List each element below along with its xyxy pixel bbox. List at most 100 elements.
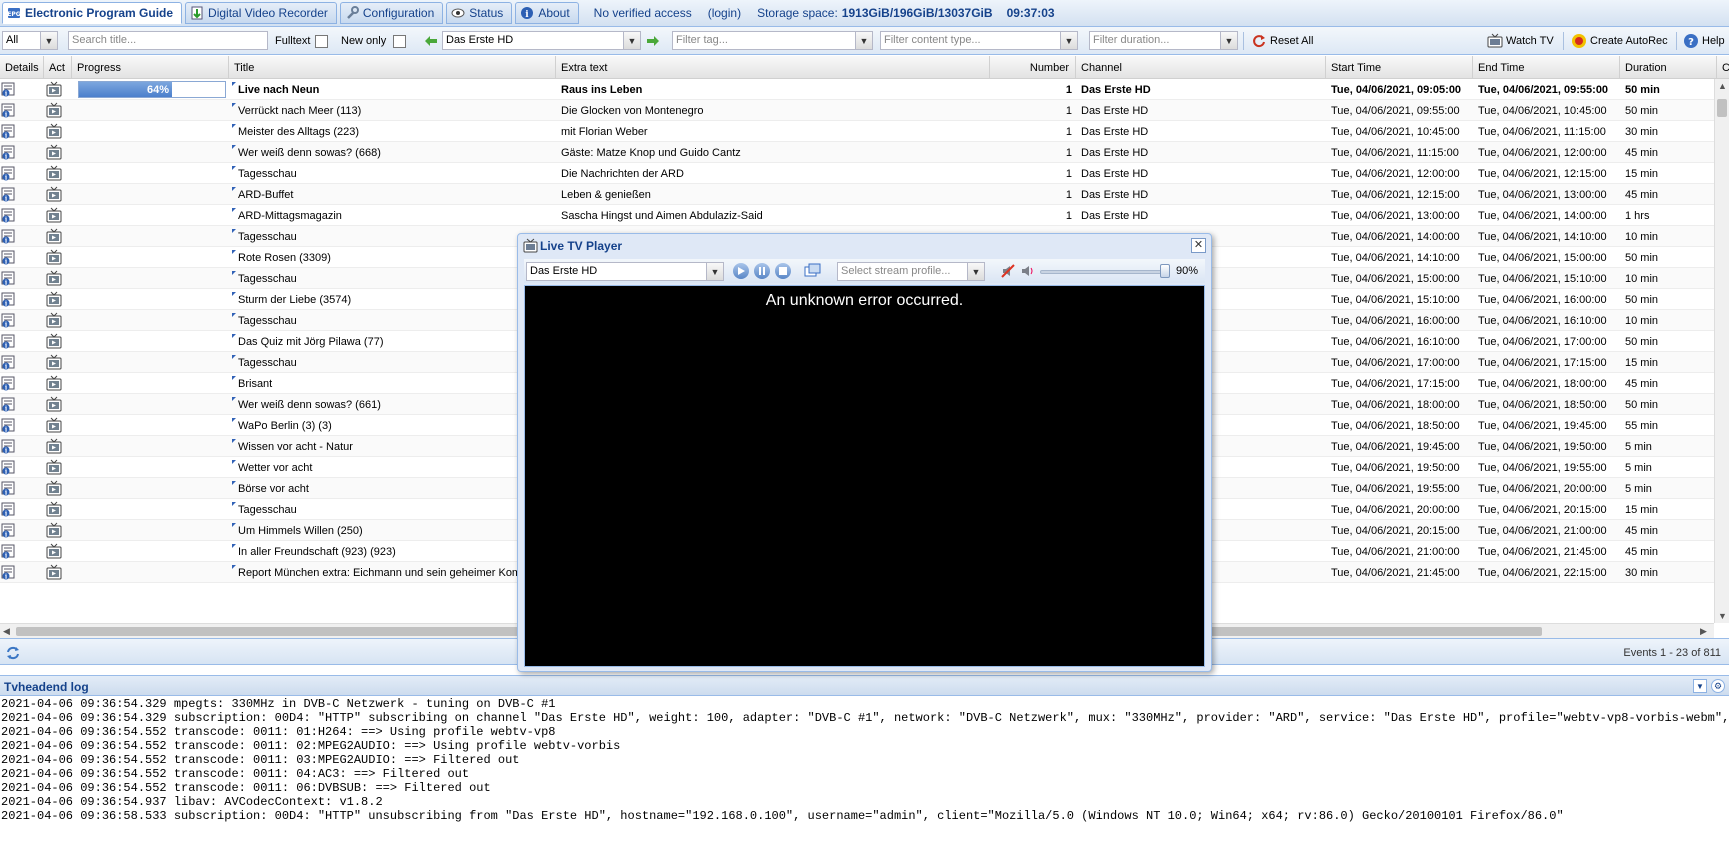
player-channel-select[interactable]: Das Erste HD ▼	[526, 262, 724, 281]
table-row[interactable]: i ARD-Mittagsmagazin Sascha Hingst und Aim…	[0, 205, 1714, 226]
play-tv-icon[interactable]	[46, 249, 62, 265]
details-icon[interactable]: i	[1, 144, 17, 161]
chevron-down-icon[interactable]: ▼	[967, 263, 984, 280]
close-icon[interactable]: ✕	[1191, 238, 1206, 253]
reset-all-button[interactable]: Reset All	[1251, 33, 1313, 49]
play-tv-icon[interactable]	[46, 543, 62, 559]
details-icon[interactable]: i	[1, 522, 17, 539]
details-icon[interactable]: i	[1, 564, 17, 581]
new-only-checkbox[interactable]	[393, 35, 406, 48]
scroll-up-icon[interactable]: ▲	[1718, 81, 1727, 91]
details-icon[interactable]: i	[1, 333, 17, 350]
details-icon[interactable]: i	[1, 165, 17, 182]
duration-filter[interactable]: Filter duration... ▼	[1089, 31, 1238, 50]
refresh-button[interactable]	[5, 645, 21, 664]
details-icon[interactable]: i	[1, 480, 17, 497]
play-tv-icon[interactable]	[46, 186, 62, 202]
table-row[interactable]: i ARD-Buffet Leben & genießen 1 Das Erste HD…	[0, 184, 1714, 205]
details-icon[interactable]: i	[1, 186, 17, 203]
tab-about[interactable]: i About	[515, 2, 579, 24]
details-icon[interactable]: i	[1, 417, 17, 434]
details-icon[interactable]: i	[1, 543, 17, 560]
help-button[interactable]: ? Help	[1683, 33, 1725, 49]
column-header-duration[interactable]: Duration	[1620, 56, 1717, 79]
column-header-extra-text[interactable]: Extra text	[556, 56, 990, 79]
chevron-down-icon[interactable]: ▼	[1060, 32, 1077, 49]
play-icon[interactable]	[733, 263, 749, 279]
details-icon[interactable]: i	[1, 375, 17, 392]
play-tv-icon[interactable]	[46, 312, 62, 328]
table-row[interactable]: i Wer weiß denn sowas? (668) Gäste: Matze …	[0, 142, 1714, 163]
play-tv-icon[interactable]	[46, 102, 62, 118]
column-header-c[interactable]: C	[1717, 56, 1729, 79]
play-tv-icon[interactable]	[46, 207, 62, 223]
play-tv-icon[interactable]	[46, 375, 62, 391]
play-tv-icon[interactable]	[46, 501, 62, 517]
chevron-down-icon[interactable]: ▼	[706, 263, 723, 280]
details-icon[interactable]: i	[1, 123, 17, 140]
create-autorec-button[interactable]: Create AutoRec	[1571, 33, 1668, 49]
play-tv-icon[interactable]	[46, 564, 62, 580]
details-icon[interactable]: i	[1, 228, 17, 245]
tab-configuration[interactable]: Configuration	[339, 2, 444, 24]
stop-icon[interactable]	[775, 263, 791, 279]
play-tv-icon[interactable]	[46, 123, 62, 139]
column-header-details[interactable]: Details	[0, 56, 44, 79]
details-icon[interactable]: i	[1, 102, 17, 119]
play-tv-icon[interactable]	[46, 165, 62, 181]
tab-dvr[interactable]: Digital Video Recorder	[185, 2, 337, 24]
column-header-act[interactable]: Act	[44, 56, 72, 79]
play-tv-icon[interactable]	[46, 438, 62, 454]
details-icon[interactable]: i	[1, 312, 17, 329]
details-icon[interactable]: i	[1, 270, 17, 287]
prev-channel-button[interactable]	[423, 33, 442, 49]
column-header-end-time[interactable]: End Time	[1473, 56, 1620, 79]
table-row[interactable]: i Tagesschau Die Nachrichten der ARD 1 Das E…	[0, 163, 1714, 184]
details-icon[interactable]: i	[1, 396, 17, 413]
details-icon[interactable]: i	[1, 81, 17, 98]
table-row[interactable]: i 64% Live nach Neun Raus ins Leben 1 Das Ers…	[0, 79, 1714, 100]
details-icon[interactable]: i	[1, 501, 17, 518]
volume-slider-track[interactable]	[1040, 270, 1168, 274]
details-icon[interactable]: i	[1, 354, 17, 371]
column-header-channel[interactable]: Channel	[1076, 56, 1326, 79]
popout-icon[interactable]	[804, 263, 821, 282]
table-row[interactable]: i Meister des Alltags (223) mit Florian We…	[0, 121, 1714, 142]
tab-epg[interactable]: EPG Electronic Program Guide	[2, 2, 183, 24]
play-tv-icon[interactable]	[46, 333, 62, 349]
details-icon[interactable]: i	[1, 438, 17, 455]
scroll-left-icon[interactable]: ◀	[3, 626, 10, 637]
vertical-scrollbar[interactable]: ▲ ▼	[1714, 79, 1729, 623]
chevron-down-icon[interactable]: ▼	[623, 32, 640, 49]
play-tv-icon[interactable]	[46, 291, 62, 307]
details-icon[interactable]: i	[1, 459, 17, 476]
tab-status[interactable]: Status	[446, 2, 513, 24]
collapse-icon[interactable]: ▼	[1693, 679, 1707, 693]
details-icon[interactable]: i	[1, 291, 17, 308]
play-tv-icon[interactable]	[46, 354, 62, 370]
watch-tv-button[interactable]: Watch TV	[1487, 33, 1554, 49]
pause-icon[interactable]	[754, 263, 770, 279]
content-type-filter[interactable]: Filter content type... ▼	[880, 31, 1078, 50]
volume-icon[interactable]	[1020, 264, 1034, 281]
column-header-start-time[interactable]: Start Time	[1326, 56, 1473, 79]
tag-filter[interactable]: Filter tag... ▼	[672, 31, 873, 50]
play-tv-icon[interactable]	[46, 144, 62, 160]
play-tv-icon[interactable]	[46, 81, 62, 97]
chevron-down-icon[interactable]: ▼	[1220, 32, 1237, 49]
play-tv-icon[interactable]	[46, 522, 62, 538]
stream-profile-select[interactable]: Select stream profile... ▼	[837, 262, 985, 281]
play-tv-icon[interactable]	[46, 228, 62, 244]
gear-icon[interactable]: ⚙	[1711, 679, 1725, 693]
video-area[interactable]: An unknown error occurred.	[524, 285, 1205, 667]
column-header-progress[interactable]: Progress	[72, 56, 229, 79]
filter-select[interactable]: All ▼	[2, 31, 58, 50]
channel-select[interactable]: Das Erste HD ▼	[442, 31, 641, 50]
login-link[interactable]: (login)	[708, 6, 741, 20]
scroll-right-icon[interactable]: ▶	[1700, 626, 1707, 637]
play-tv-icon[interactable]	[46, 417, 62, 433]
play-tv-icon[interactable]	[46, 480, 62, 496]
details-icon[interactable]: i	[1, 249, 17, 266]
mute-icon[interactable]	[1001, 264, 1015, 281]
scroll-down-icon[interactable]: ▼	[1718, 611, 1727, 621]
